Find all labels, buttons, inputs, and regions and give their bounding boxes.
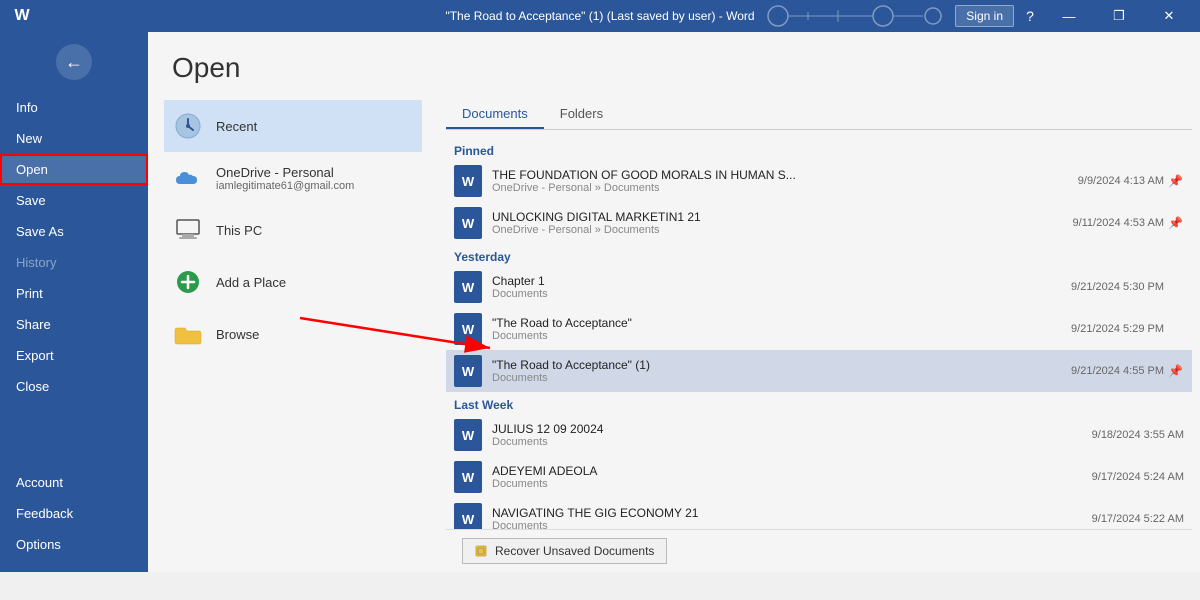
location-onedrive[interactable]: OneDrive - Personal iamlegitimate61@gmai… bbox=[164, 152, 422, 204]
section-lastweek: Last Week bbox=[446, 392, 1192, 414]
sidebar-item-history: History bbox=[0, 247, 148, 278]
clock-icon bbox=[172, 110, 204, 142]
middle-panel: Recent OneDrive - Personal iamlegitimate… bbox=[148, 100, 1200, 572]
sidebar-item-print[interactable]: Print bbox=[0, 278, 148, 309]
title-bar-left: W bbox=[8, 2, 36, 30]
pin-icon: 📌 bbox=[1168, 174, 1184, 188]
location-thispc[interactable]: This PC bbox=[164, 204, 422, 256]
title-bar: W "The Road to Acceptance" (1) (Last sav… bbox=[0, 0, 1200, 32]
recover-button[interactable]: Recover Unsaved Documents bbox=[462, 538, 667, 564]
location-browse[interactable]: Browse bbox=[164, 308, 422, 360]
word-file-icon: W bbox=[454, 503, 482, 529]
content-area: Open Recent bbox=[148, 32, 1200, 572]
page-title: Open bbox=[148, 32, 1200, 100]
files-panel: Documents Folders Pinned W THE FOUNDATIO… bbox=[438, 100, 1200, 572]
list-item[interactable]: W NAVIGATING THE GIG ECONOMY 21 Document… bbox=[446, 498, 1192, 529]
sidebar-item-saveas[interactable]: Save As bbox=[0, 216, 148, 247]
folder-icon bbox=[172, 318, 204, 350]
section-pinned: Pinned bbox=[446, 138, 1192, 160]
list-item[interactable]: W UNLOCKING DIGITAL MARKETIN1 21 OneDriv… bbox=[446, 202, 1192, 244]
sidebar-item-info[interactable]: Info bbox=[0, 92, 148, 123]
list-item[interactable]: W Chapter 1 Documents 9/21/2024 5:30 PM bbox=[446, 266, 1192, 308]
list-item[interactable]: W THE FOUNDATION OF GOOD MORALS IN HUMAN… bbox=[446, 160, 1192, 202]
list-item[interactable]: W JULIUS 12 09 20024 Documents 9/18/2024… bbox=[446, 414, 1192, 456]
sidebar: ← Info New Open Save Save As History Pri… bbox=[0, 32, 148, 572]
word-file-icon: W bbox=[454, 313, 482, 345]
back-button[interactable]: ← bbox=[56, 44, 92, 80]
sidebar-item-account[interactable]: Account bbox=[0, 467, 148, 498]
tab-documents[interactable]: Documents bbox=[446, 100, 544, 129]
pin-active-icon: 📌 bbox=[1168, 364, 1184, 378]
list-item-selected[interactable]: W "The Road to Acceptance" (1) Documents… bbox=[446, 350, 1192, 392]
circuit-decoration bbox=[763, 4, 943, 28]
word-file-icon: W bbox=[454, 271, 482, 303]
add-place-icon bbox=[172, 266, 204, 298]
title-bar-controls: Sign in ? — ❐ ✕ bbox=[763, 0, 1192, 32]
help-button[interactable]: ? bbox=[1018, 8, 1042, 24]
monitor-icon bbox=[172, 214, 204, 246]
sidebar-item-save[interactable]: Save bbox=[0, 185, 148, 216]
list-item[interactable]: W ADEYEMI ADEOLA Documents 9/17/2024 5:2… bbox=[446, 456, 1192, 498]
word-file-icon: W bbox=[454, 207, 482, 239]
tab-folders[interactable]: Folders bbox=[544, 100, 619, 129]
list-item[interactable]: W "The Road to Acceptance" Documents 9/2… bbox=[446, 308, 1192, 350]
word-file-icon: W bbox=[454, 461, 482, 493]
location-recent[interactable]: Recent bbox=[164, 100, 422, 152]
pin-icon: 📌 bbox=[1168, 216, 1184, 230]
sidebar-bottom: Account Feedback Options bbox=[0, 467, 148, 572]
sidebar-item-new[interactable]: New bbox=[0, 123, 148, 154]
sidebar-item-close[interactable]: Close bbox=[0, 371, 148, 402]
sidebar-item-options[interactable]: Options bbox=[0, 529, 148, 560]
files-tabs: Documents Folders bbox=[446, 100, 1192, 130]
word-logo-icon: W bbox=[8, 2, 36, 30]
recover-icon bbox=[475, 544, 489, 558]
cloud-icon bbox=[172, 162, 204, 194]
files-list-container: Pinned W THE FOUNDATION OF GOOD MORALS I… bbox=[446, 138, 1192, 529]
word-file-icon: W bbox=[454, 419, 482, 451]
sidebar-item-share[interactable]: Share bbox=[0, 309, 148, 340]
app-body: ← Info New Open Save Save As History Pri… bbox=[0, 32, 1200, 572]
section-yesterday: Yesterday bbox=[446, 244, 1192, 266]
sidebar-item-open[interactable]: Open bbox=[0, 154, 148, 185]
files-list: Pinned W THE FOUNDATION OF GOOD MORALS I… bbox=[446, 138, 1192, 529]
locations-panel: Recent OneDrive - Personal iamlegitimate… bbox=[148, 100, 438, 572]
sign-in-button[interactable]: Sign in bbox=[955, 5, 1014, 27]
restore-button[interactable]: ❐ bbox=[1096, 0, 1142, 32]
close-button[interactable]: ✕ bbox=[1146, 0, 1192, 32]
word-file-icon: W bbox=[454, 165, 482, 197]
sidebar-item-feedback[interactable]: Feedback bbox=[0, 498, 148, 529]
recover-bar: Recover Unsaved Documents bbox=[446, 529, 1192, 572]
title-bar-title: "The Road to Acceptance" (1) (Last saved… bbox=[445, 9, 754, 23]
location-addplace[interactable]: Add a Place bbox=[164, 256, 422, 308]
word-file-icon: W bbox=[454, 355, 482, 387]
minimize-button[interactable]: — bbox=[1046, 0, 1092, 32]
sidebar-item-export[interactable]: Export bbox=[0, 340, 148, 371]
